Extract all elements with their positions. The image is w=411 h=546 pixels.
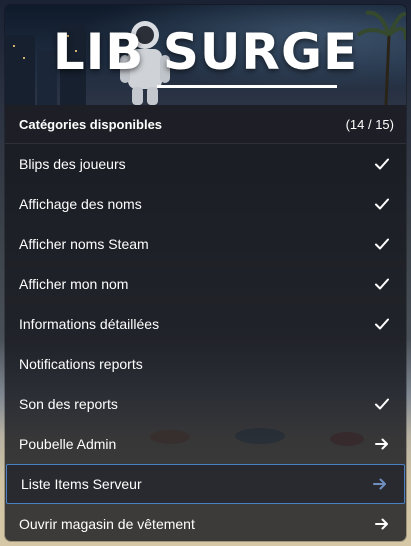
menu-item-label: Informations détaillées <box>19 316 160 332</box>
menu-item-noms-steam[interactable]: Afficher noms Steam <box>5 224 406 264</box>
banner-underline <box>157 85 337 88</box>
category-header: Catégories disponibles (14 / 15) <box>5 105 406 144</box>
category-counter: (14 / 15) <box>345 116 394 132</box>
menu-item-label: Son des reports <box>19 396 118 412</box>
menu-item-informations-detaillees[interactable]: Informations détaillées <box>5 304 406 344</box>
menu-item-label: Ouvrir magasin de vêtement <box>19 516 195 532</box>
check-icon <box>374 196 390 212</box>
check-icon <box>374 396 390 412</box>
menu-item-affichage-noms[interactable]: Affichage des noms <box>5 184 406 224</box>
check-icon <box>374 156 390 172</box>
arrow-right-icon <box>374 436 390 452</box>
arrow-right-icon <box>372 476 388 492</box>
menu-item-label: Blips des joueurs <box>19 156 126 172</box>
admin-menu: LIB SURGE Catégories disponibles (14 / 1… <box>5 5 406 541</box>
category-title: Catégories disponibles <box>19 116 163 132</box>
menu-banner: LIB SURGE <box>5 5 406 105</box>
menu-item-blips-joueurs[interactable]: Blips des joueurs <box>5 144 406 184</box>
menu-item-liste-items-serveur[interactable]: Liste Items Serveur <box>6 464 405 504</box>
arrow-right-icon <box>374 516 390 532</box>
menu-item-label: Poubelle Admin <box>19 436 117 452</box>
check-icon <box>374 316 390 332</box>
menu-item-son-reports[interactable]: Son des reports <box>5 384 406 424</box>
empty-toggle-slot <box>374 356 390 372</box>
check-icon <box>374 236 390 252</box>
menu-item-label: Afficher mon nom <box>19 276 129 292</box>
menu-item-label: Affichage des noms <box>19 196 142 212</box>
menu-item-notifications-reports[interactable]: Notifications reports <box>5 344 406 384</box>
menu-item-mon-nom[interactable]: Afficher mon nom <box>5 264 406 304</box>
menu-item-magasin-vetement[interactable]: Ouvrir magasin de vêtement <box>5 504 406 541</box>
menu-item-poubelle-admin[interactable]: Poubelle Admin <box>5 424 406 464</box>
menu-item-label: Liste Items Serveur <box>21 476 142 492</box>
check-icon <box>374 276 390 292</box>
menu-item-label: Notifications reports <box>19 356 143 372</box>
menu-item-label: Afficher noms Steam <box>19 236 149 252</box>
banner-title: LIB SURGE <box>52 23 359 81</box>
menu-list: Blips des joueurs Affichage des noms Aff… <box>5 144 406 541</box>
